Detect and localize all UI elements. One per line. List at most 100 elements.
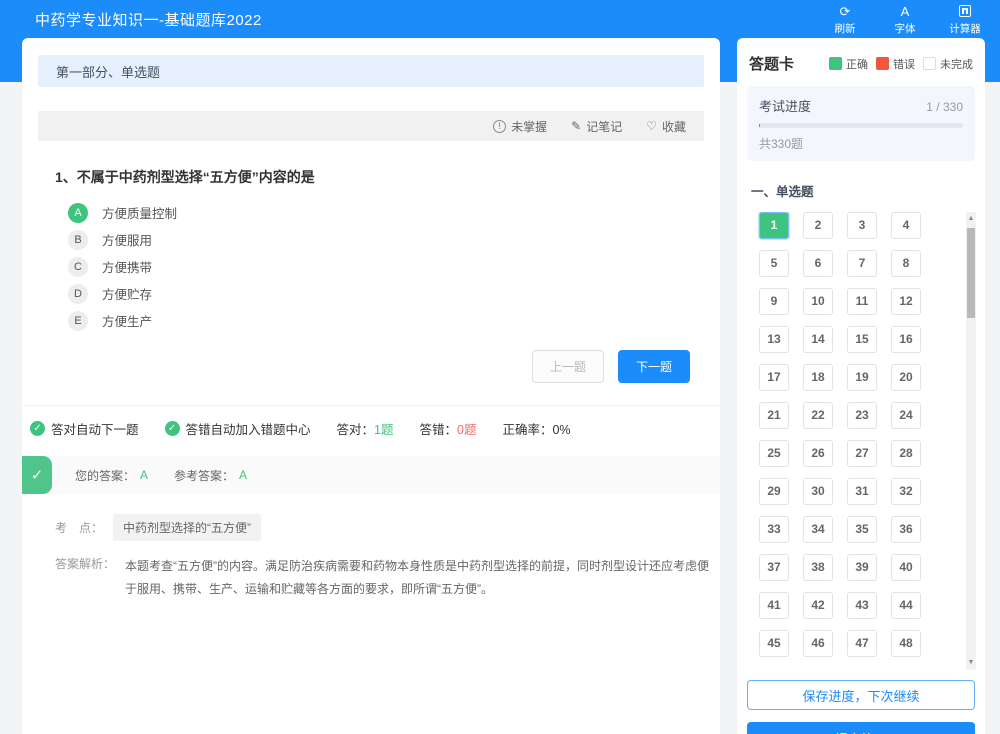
question-number-48[interactable]: 48 [891, 630, 921, 657]
question-grid-area: 1 2 3 4 5 6 7 8 9 10 11 12 13 14 15 16 17 18 19 20 21 22 23 24 2… [737, 212, 985, 670]
question-number-25[interactable]: 25 [759, 440, 789, 467]
exam-progress-card: 考试进度 1 / 330 共330题 [747, 86, 975, 161]
question-number-28[interactable]: 28 [891, 440, 921, 467]
question-number-37[interactable]: 37 [759, 554, 789, 581]
question-number-19[interactable]: 19 [847, 364, 877, 391]
option-e[interactable]: E 方便生产 [68, 307, 720, 334]
question-number-16[interactable]: 16 [891, 326, 921, 353]
scroll-down-icon[interactable]: ▼ [966, 658, 976, 668]
question-number-44[interactable]: 44 [891, 592, 921, 619]
ref-answer-label: 参考答案： [174, 468, 235, 483]
ref-answer-value: A [239, 468, 248, 482]
option-d-label: 方便贮存 [102, 288, 153, 302]
question-number-18[interactable]: 18 [803, 364, 833, 391]
exam-point-chip[interactable]: 中药剂型选择的“五方便” [113, 514, 262, 541]
exam-point-row: 考 点： 中药剂型选择的“五方便” [55, 514, 720, 541]
option-b-label: 方便服用 [102, 234, 153, 248]
favorite-button[interactable]: ♡ 收藏 [646, 118, 686, 135]
answer-card-panel: 答题卡 正确 错误 未完成 考试进度 1 / 330 共330题 一、单选题 1… [737, 38, 985, 734]
question-number-33[interactable]: 33 [759, 516, 789, 543]
progress-total: 共330题 [759, 137, 804, 151]
submit-practice-button[interactable]: 提交练习 [747, 722, 975, 734]
top-bar: 中药学专业知识一-基础题库2022 ⟳ 刷新 A 字体 计算器 [0, 0, 1000, 38]
question-number-21[interactable]: 21 [759, 402, 789, 429]
question-number-35[interactable]: 35 [847, 516, 877, 543]
question-number-14[interactable]: 14 [803, 326, 833, 353]
option-a[interactable]: A 方便质量控制 [68, 199, 720, 226]
auto-next-label: 答对自动下一题 [51, 423, 139, 437]
question-number-9[interactable]: 9 [759, 288, 789, 315]
next-question-button[interactable]: 下一题 [617, 350, 690, 383]
scroll-up-icon[interactable]: ▲ [966, 214, 976, 224]
take-note-button[interactable]: ✎ 记笔记 [571, 118, 622, 135]
option-b[interactable]: B 方便服用 [68, 226, 720, 253]
option-a-label: 方便质量控制 [102, 207, 178, 221]
font-size-button[interactable]: A 字体 [884, 3, 926, 36]
question-number-5[interactable]: 5 [759, 250, 789, 277]
refresh-button[interactable]: ⟳ 刷新 [824, 4, 866, 36]
question-number-12[interactable]: 12 [891, 288, 921, 315]
accuracy-rate: 正确率：0% [502, 423, 571, 437]
top-actions: ⟳ 刷新 A 字体 计算器 [824, 3, 986, 36]
section-header: 第一部分、单选题 [38, 55, 704, 87]
auto-wrong-setting[interactable]: ✓ 答错自动加入错题中心 [164, 419, 311, 438]
progress-bar-fill [759, 123, 760, 128]
question-number-22[interactable]: 22 [803, 402, 833, 429]
check-circle-icon: ✓ [30, 421, 45, 436]
option-a-badge: A [68, 202, 88, 223]
question-number-26[interactable]: 26 [803, 440, 833, 467]
question-number-30[interactable]: 30 [803, 478, 833, 505]
question-number-2[interactable]: 2 [803, 212, 833, 239]
question-number-3[interactable]: 3 [847, 212, 877, 239]
save-progress-button[interactable]: 保存进度，下次继续 [747, 680, 975, 710]
question-number-43[interactable]: 43 [847, 592, 877, 619]
question-number-4[interactable]: 4 [891, 212, 921, 239]
question-number-38[interactable]: 38 [803, 554, 833, 581]
option-e-badge: E [68, 310, 88, 331]
option-c[interactable]: C 方便携带 [68, 253, 720, 280]
question-number-31[interactable]: 31 [847, 478, 877, 505]
question-number-41[interactable]: 41 [759, 592, 789, 619]
question-number-6[interactable]: 6 [803, 250, 833, 277]
exam-point-label: 考 点： [55, 521, 104, 535]
calculator-button[interactable]: 计算器 [944, 4, 986, 36]
question-number-42[interactable]: 42 [803, 592, 833, 619]
question-number-29[interactable]: 29 [759, 478, 789, 505]
question-number-45[interactable]: 45 [759, 630, 789, 657]
question-number-40[interactable]: 40 [891, 554, 921, 581]
question-number-32[interactable]: 32 [891, 478, 921, 505]
question-number-1[interactable]: 1 [759, 212, 789, 239]
question-number-11[interactable]: 11 [847, 288, 877, 315]
option-d[interactable]: D 方便贮存 [68, 280, 720, 307]
prev-question-button[interactable]: 上一题 [531, 350, 604, 383]
question-number-10[interactable]: 10 [803, 288, 833, 315]
analysis-text: 本题考查“五方便”的内容。满足防治疾病需要和药物本身性质是中药剂型选择的前提，同… [125, 559, 710, 596]
question-number-7[interactable]: 7 [847, 250, 877, 277]
check-circle-icon: ✓ [164, 421, 180, 436]
question-number-39[interactable]: 39 [847, 554, 877, 581]
question-number-23[interactable]: 23 [847, 402, 877, 429]
question-number-27[interactable]: 27 [847, 440, 877, 467]
font-label: 字体 [894, 22, 916, 35]
question-number-46[interactable]: 46 [803, 630, 833, 657]
question-number-17[interactable]: 17 [759, 364, 789, 391]
question-number-34[interactable]: 34 [803, 516, 833, 543]
auto-next-setting[interactable]: ✓ 答对自动下一题 [30, 419, 139, 438]
edit-icon: ✎ [571, 119, 582, 133]
font-icon: A [900, 3, 910, 19]
question-number-13[interactable]: 13 [759, 326, 789, 353]
grid-scrollbar[interactable]: ▲ ▼ [966, 212, 976, 670]
scrollbar-thumb[interactable] [967, 228, 975, 318]
not-mastered-button[interactable]: ! 未掌握 [493, 118, 547, 135]
question-number-36[interactable]: 36 [891, 516, 921, 543]
progress-count: 1 / 330 [926, 100, 963, 114]
heart-icon: ♡ [646, 119, 657, 133]
auto-wrong-label: 答错自动加入错题中心 [185, 423, 311, 437]
question-number-24[interactable]: 24 [891, 402, 921, 429]
question-number-20[interactable]: 20 [891, 364, 921, 391]
question-number-8[interactable]: 8 [891, 250, 921, 277]
question-number-47[interactable]: 47 [847, 630, 877, 657]
question-toolbar: ! 未掌握 ✎ 记笔记 ♡ 收藏 [38, 111, 704, 141]
grid-section-title: 一、单选题 [751, 185, 814, 199]
question-number-15[interactable]: 15 [847, 326, 877, 353]
